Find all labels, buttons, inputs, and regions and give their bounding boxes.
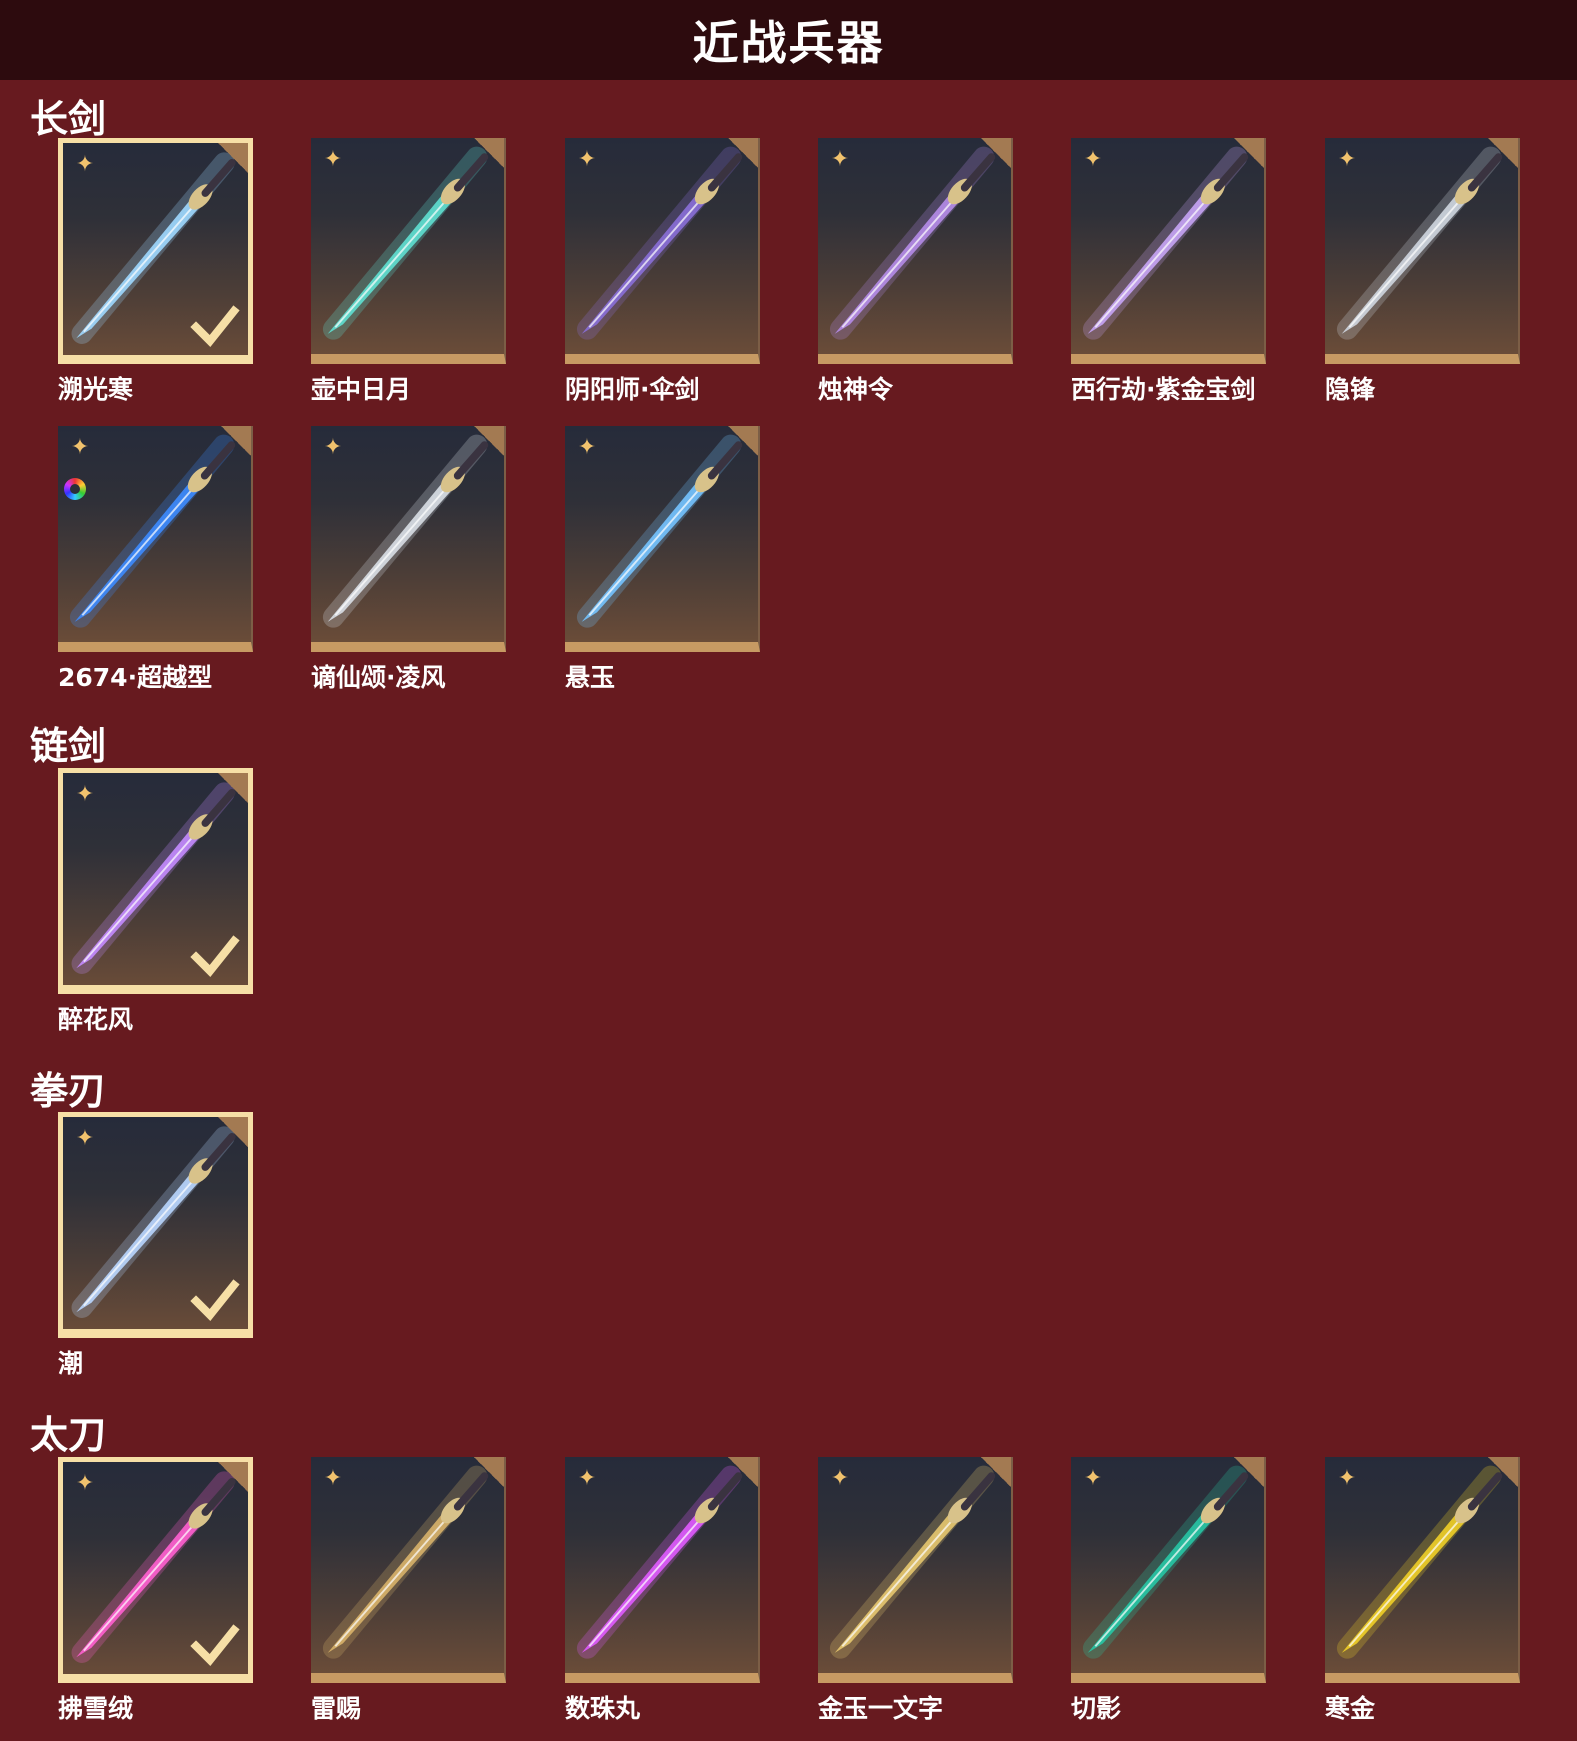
weapon-card[interactable]: ✦ 金玉一文字 [818,1457,1013,1725]
weapon-card[interactable]: ✦ 2674·超越型 [58,426,253,694]
corner-tag-icon [1234,1457,1264,1487]
weapon-card[interactable]: ✦ 悬玉 [565,426,760,694]
corner-tag-icon [981,1457,1011,1487]
weapon-card[interactable]: ✦ 谪仙颂·凌风 [311,426,506,694]
sparkle-icon: ✦ [577,147,597,172]
corner-tag-icon [218,1117,248,1147]
weapon-card[interactable]: ✦ 醉花风 [58,768,253,1036]
weapon-name: 悬玉 [565,663,616,692]
sparkle-icon: ✦ [323,147,343,172]
weapon-thumbnail[interactable]: ✦ [58,1112,253,1338]
corner-tag-icon [218,1462,248,1492]
weapon-card[interactable]: ✦ 阴阳师·伞剑 [565,138,760,406]
sparkle-icon: ✦ [75,1471,95,1496]
section-title: 链剑 [30,724,107,768]
sparkle-icon: ✦ [1337,1466,1357,1491]
corner-tag-icon [474,426,504,456]
corner-tag-icon [728,138,758,168]
section-title: 长剑 [30,97,107,141]
weapon-name: 谪仙颂·凌风 [311,663,446,692]
weapon-thumbnail[interactable]: ✦ [565,138,760,364]
sparkle-icon: ✦ [1083,147,1103,172]
sparkle-icon: ✦ [70,435,90,460]
weapon-card[interactable]: ✦ 隐锋 [1325,138,1520,406]
corner-tag-icon [218,143,248,173]
weapon-name: 醉花风 [58,1005,134,1034]
color-wheel-icon [64,478,86,500]
weapon-thumbnail[interactable]: ✦ [1325,1457,1520,1683]
weapon-name: 阴阳师·伞剑 [565,375,700,404]
corner-tag-icon [1488,138,1518,168]
corner-tag-icon [218,773,248,803]
weapon-card[interactable]: ✦ 寒金 [1325,1457,1520,1725]
weapon-card[interactable]: ✦ 西行劫·紫金宝剑 [1071,138,1266,406]
checkmark-icon [190,1624,240,1666]
checkmark-icon [190,305,240,347]
sparkle-icon: ✦ [323,435,343,460]
weapon-thumbnail[interactable]: ✦ [58,768,253,994]
weapon-name: 2674·超越型 [58,663,213,692]
corner-tag-icon [981,138,1011,168]
weapon-card[interactable]: ✦ 潮 [58,1112,253,1380]
weapon-thumbnail[interactable]: ✦ [565,1457,760,1683]
weapon-thumbnail[interactable]: ✦ [311,426,506,652]
corner-tag-icon [474,138,504,168]
weapon-name: 溯光寒 [58,375,134,404]
corner-tag-icon [221,426,251,456]
weapon-thumbnail[interactable]: ✦ [1071,138,1266,364]
page-title: 近战兵器 [692,16,885,70]
weapon-card[interactable]: ✦ 雷赐 [311,1457,506,1725]
sparkle-icon: ✦ [75,782,95,807]
weapon-card[interactable]: ✦ 拂雪绒 [58,1457,253,1725]
weapon-card[interactable]: ✦ 数珠丸 [565,1457,760,1725]
corner-tag-icon [728,426,758,456]
sparkle-icon: ✦ [1337,147,1357,172]
weapon-name: 壶中日月 [311,375,412,404]
weapon-name: 切影 [1071,1694,1122,1723]
weapon-thumbnail[interactable]: ✦ [311,138,506,364]
weapon-thumbnail[interactable]: ✦ [1071,1457,1266,1683]
weapon-name: 潮 [58,1349,84,1378]
sparkle-icon: ✦ [830,147,850,172]
weapon-thumbnail[interactable]: ✦ [58,426,253,652]
sparkle-icon: ✦ [323,1466,343,1491]
weapon-name: 隐锋 [1325,375,1376,404]
checkmark-icon [190,935,240,977]
weapon-thumbnail[interactable]: ✦ [565,426,760,652]
sparkle-icon: ✦ [577,435,597,460]
weapon-name: 雷赐 [311,1694,362,1723]
sparkle-icon: ✦ [75,152,95,177]
corner-tag-icon [1234,138,1264,168]
weapon-card[interactable]: ✦ 切影 [1071,1457,1266,1725]
checkmark-icon [190,1279,240,1321]
weapon-card[interactable]: ✦ 烛神令 [818,138,1013,406]
sparkle-icon: ✦ [75,1126,95,1151]
weapon-thumbnail[interactable]: ✦ [818,1457,1013,1683]
weapon-thumbnail[interactable]: ✦ [58,138,253,364]
weapon-name: 金玉一文字 [818,1694,944,1723]
weapon-thumbnail[interactable]: ✦ [1325,138,1520,364]
corner-tag-icon [728,1457,758,1487]
weapon-name: 数珠丸 [565,1694,641,1723]
weapon-thumbnail[interactable]: ✦ [311,1457,506,1683]
weapon-card[interactable]: ✦ 壶中日月 [311,138,506,406]
weapon-name: 寒金 [1325,1694,1376,1723]
sparkle-icon: ✦ [830,1466,850,1491]
weapon-name: 烛神令 [818,375,894,404]
weapon-name: 拂雪绒 [58,1694,134,1723]
weapon-thumbnail[interactable]: ✦ [58,1457,253,1683]
section-title: 太刀 [30,1413,107,1457]
sparkle-icon: ✦ [577,1466,597,1491]
corner-tag-icon [474,1457,504,1487]
weapon-thumbnail[interactable]: ✦ [818,138,1013,364]
section-title: 拳刃 [30,1069,107,1113]
weapon-card[interactable]: ✦ 溯光寒 [58,138,253,406]
weapon-name: 西行劫·紫金宝剑 [1071,375,1256,404]
sparkle-icon: ✦ [1083,1466,1103,1491]
header-bar: 近战兵器 [0,0,1577,80]
corner-tag-icon [1488,1457,1518,1487]
